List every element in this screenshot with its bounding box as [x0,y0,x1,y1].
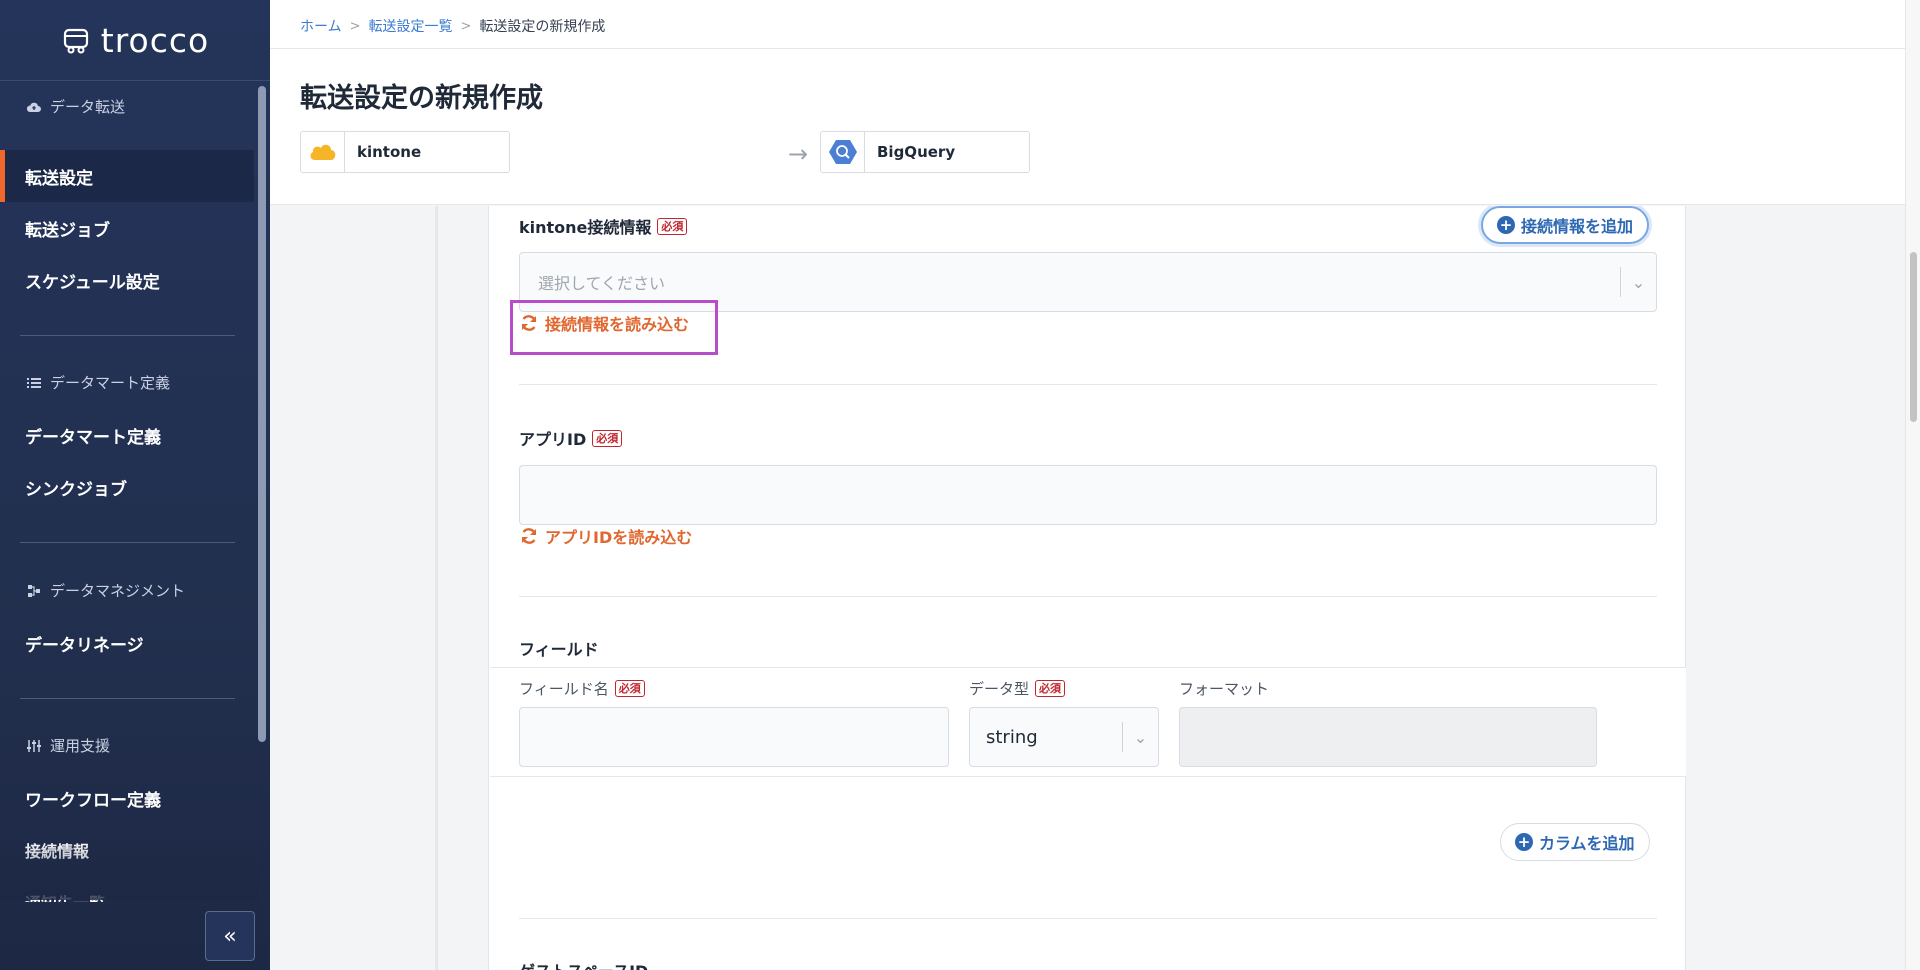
required-badge: 必須 [657,217,688,235]
chevron-down-icon: ⌄ [1122,722,1158,752]
sidebar: trocco データ転送 転送設定 転送ジョブ スケジュール設定 データマート定… [0,0,270,970]
refresh-icon [521,528,537,544]
section-divider [519,596,1657,597]
cloud-upload-icon [26,102,41,112]
data-type-label: データ型 必須 [969,678,1066,699]
breadcrumb: ホーム > 転送設定一覧 > 転送設定の新規作成 [300,16,605,36]
sidebar-fade [0,840,258,900]
sidebar-scrollbar[interactable] [258,86,266,742]
data-type-select[interactable]: string ⌄ [969,707,1159,767]
field-name-label: フィールド名 必須 [519,678,645,699]
chevron-down-icon: ⌄ [1620,267,1656,297]
form-card: kintone接続情報 必須 + 接続情報を追加 選択してください ⌄ 接続情報… [488,206,1686,970]
connection-label: kintone接続情報 必須 [519,214,688,238]
breadcrumb-home[interactable]: ホーム [300,16,342,36]
double-chevron-left-icon: « [223,923,237,949]
section-operations: 運用支援 [0,735,110,756]
section-data-management: データマネジメント [0,580,185,601]
required-badge: 必須 [1035,680,1066,697]
sidebar-nav: データ転送 転送設定 転送ジョブ スケジュール設定 データマート定義 データマー… [0,82,258,902]
required-badge: 必須 [614,680,645,697]
destination-name: BigQuery [877,143,956,161]
breadcrumb-transfer-list[interactable]: 転送設定一覧 [369,16,453,36]
page-title: 転送設定の新規作成 [300,83,543,114]
connection-select-placeholder: 選択してください [538,274,666,293]
chevron-right-icon: > [349,18,361,34]
section-divider [519,918,1657,919]
sidebar-item-transfer-settings[interactable]: 転送設定 [0,150,254,202]
reload-app-id-button[interactable]: アプリIDを読み込む [519,524,692,548]
sidebar-item-transfer-jobs[interactable]: 転送ジョブ [0,202,254,254]
collapse-sidebar-button[interactable]: « [205,911,255,961]
plus-circle-icon: + [1515,833,1533,851]
source-name: kintone [357,143,422,161]
reload-connection-button[interactable]: 接続情報を読み込む [519,311,689,335]
add-column-button[interactable]: + カラムを追加 [1500,823,1650,861]
destination-connector: BigQuery [820,131,1030,173]
sidebar-item-sync-jobs[interactable]: シンクジョブ [0,461,254,513]
add-connection-button[interactable]: + 接続情報を追加 [1481,206,1650,244]
truck-logo-icon [63,28,88,54]
section-datamart: データマート定義 [0,372,170,393]
sidebar-divider [20,335,235,336]
app-id-label: アプリID 必須 [519,426,623,450]
source-connector: kintone [300,131,510,173]
refresh-icon [521,315,537,331]
breadcrumb-current: 転送設定の新規作成 [479,19,606,35]
fields-label: フィールド [519,640,599,659]
left-gutter [435,206,438,970]
logo[interactable]: trocco [0,0,270,81]
sidebar-divider [20,698,235,699]
main-content: kintone接続情報 必須 + 接続情報を追加 選択してください ⌄ 接続情報… [270,206,1905,970]
section-divider [519,384,1657,385]
sidebar-item-data-lineage[interactable]: データリネージ [0,617,254,669]
sidebar-item-schedule[interactable]: スケジュール設定 [0,254,254,306]
format-label: フォーマット [1179,680,1270,698]
bigquery-icon [821,132,865,172]
list-icon [27,377,41,388]
chevron-right-icon: > [460,18,472,34]
kintone-icon [301,132,345,172]
data-type-value: string [986,726,1038,748]
section-data-transfer: データ転送 [0,96,125,117]
sliders-icon [27,739,41,752]
arrow-right-icon: → [788,140,809,168]
field-name-input[interactable] [519,707,949,767]
field-row: フィールド名 必須 データ型 必須 string ⌄ フォーマット [490,667,1686,777]
header-divider [270,48,1905,49]
format-input [1179,707,1597,767]
lineage-icon [28,584,40,597]
page-header: ホーム > 転送設定一覧 > 転送設定の新規作成 転送設定の新規作成 kinto… [270,0,1905,205]
page-scrollbar-thumb[interactable] [1910,252,1917,422]
required-badge: 必須 [592,429,623,447]
logo-text: trocco [100,20,210,60]
page-scrollbar[interactable] [1905,0,1920,970]
sidebar-divider [20,542,235,543]
sidebar-item-workflow[interactable]: ワークフロー定義 [0,772,254,824]
app-id-input[interactable] [519,465,1657,525]
plus-circle-icon: + [1497,216,1515,234]
sidebar-item-datamart-definition[interactable]: データマート定義 [0,409,254,461]
guest-space-label: ゲストスペースID [519,958,648,970]
